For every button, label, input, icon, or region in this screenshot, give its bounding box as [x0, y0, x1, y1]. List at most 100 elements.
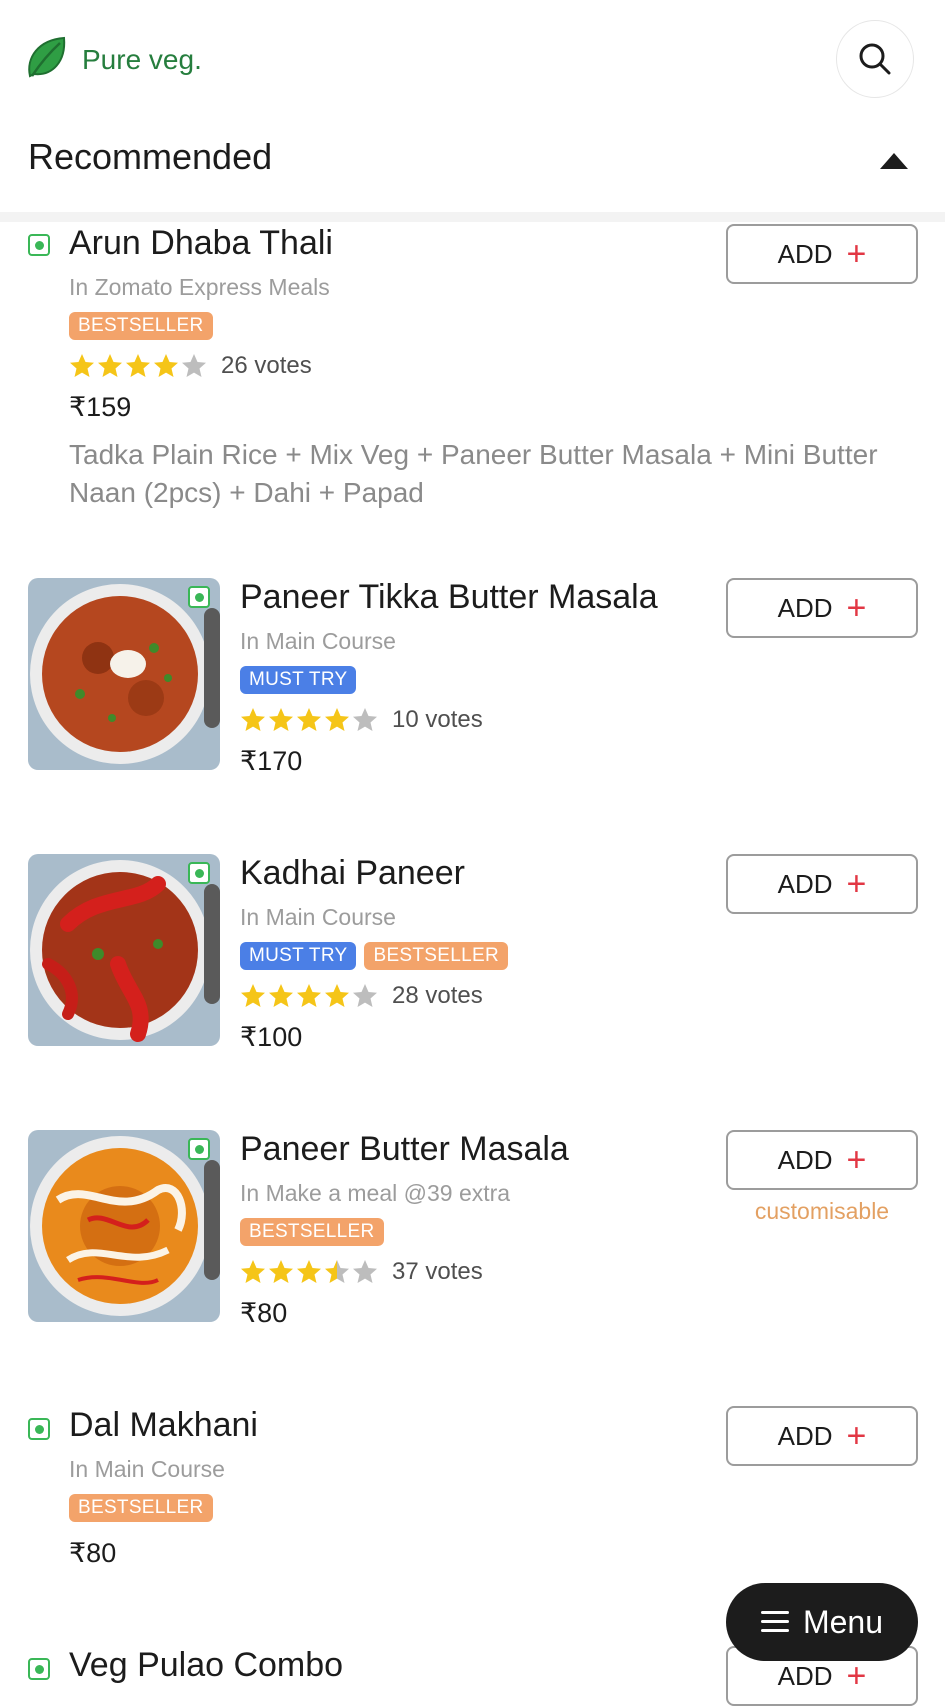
star-icon [269, 1260, 293, 1283]
star-icon [297, 708, 321, 731]
item-price: ₹100 [240, 1022, 303, 1052]
item-name: Kadhai Paneer [240, 854, 465, 892]
add-label: ADD [777, 592, 833, 623]
add-button[interactable]: ADD + [726, 1130, 918, 1190]
item-votes: 28 votes [392, 982, 483, 1009]
menu-label: Menu [802, 1603, 884, 1640]
item-tags: MUST TRY BESTSELLER [240, 942, 508, 970]
item-category: In Make a meal @39 extra [240, 1180, 511, 1206]
item-votes: 37 votes [392, 1258, 483, 1285]
plus-icon: + [846, 235, 867, 273]
menu-item: Kadhai Paneer In Main Course MUST TRY BE… [0, 854, 945, 1054]
item-price: ₹170 [240, 746, 303, 776]
collapse-arrow-icon[interactable] [880, 153, 908, 169]
star-icon [325, 708, 349, 731]
rating-stars [240, 983, 378, 1009]
item-tags: BESTSELLER [240, 1218, 384, 1246]
veg-indicator-icon [28, 1658, 50, 1680]
add-button[interactable]: ADD + [726, 1406, 918, 1466]
plus-icon: + [846, 1657, 867, 1695]
rating-stars [240, 707, 378, 733]
star-icon [269, 708, 293, 731]
must-try-tag: MUST TRY [240, 942, 357, 970]
add-button[interactable]: ADD + [726, 224, 918, 284]
veg-indicator-icon [28, 1418, 50, 1440]
item-category: In Main Course [240, 628, 396, 654]
menu-item: Paneer Butter Masala In Make a meal @39 … [0, 1130, 945, 1330]
item-price: ₹159 [69, 392, 132, 422]
item-category: In Main Course [240, 904, 396, 930]
star-icon [325, 984, 349, 1007]
item-tags: BESTSELLER [69, 312, 213, 340]
star-icon [353, 1260, 377, 1283]
item-name: Paneer Butter Masala [240, 1130, 569, 1168]
item-name: Veg Pulao Combo [69, 1646, 344, 1684]
recommended-section-header[interactable]: Recommended [0, 120, 945, 212]
star-icon [241, 708, 265, 731]
star-icon [269, 984, 293, 1007]
menu-button[interactable]: Menu [726, 1583, 918, 1661]
item-description: Tadka Plain Rice + Mix Veg + Paneer Butt… [69, 439, 878, 508]
item-rating: 37 votes [240, 1258, 483, 1286]
veg-indicator-icon [28, 234, 50, 256]
search-icon [859, 43, 891, 75]
leaf-icon [28, 36, 66, 78]
veg-indicator-icon [188, 586, 210, 608]
star-icon [297, 984, 321, 1007]
item-category: In Zomato Express Meals [69, 274, 330, 300]
item-votes: 10 votes [392, 706, 483, 733]
add-button[interactable]: ADD + [726, 578, 918, 638]
bestseller-tag: BESTSELLER [364, 942, 508, 970]
star-icon [154, 354, 178, 377]
plus-icon: + [846, 865, 867, 903]
plus-icon: + [846, 1141, 867, 1179]
add-label: ADD [777, 868, 833, 899]
add-label: ADD [777, 238, 833, 269]
star-icon [353, 984, 377, 1007]
add-label: ADD [777, 1660, 833, 1691]
star-icon [182, 354, 206, 377]
section-divider [0, 212, 945, 222]
item-rating: 28 votes [240, 982, 483, 1010]
item-rating: 10 votes [240, 706, 483, 734]
bestseller-tag: BESTSELLER [69, 1494, 213, 1522]
star-icon [241, 984, 265, 1007]
add-label: ADD [777, 1420, 833, 1451]
star-icon [353, 708, 377, 731]
must-try-tag: MUST TRY [240, 666, 357, 694]
star-icon [126, 354, 150, 377]
add-label: ADD [777, 1144, 833, 1175]
menu-item: Paneer Tikka Butter Masala In Main Cours… [0, 578, 945, 778]
item-rating: 26 votes [69, 352, 312, 380]
star-icon [325, 1260, 349, 1283]
rating-stars [69, 353, 207, 379]
item-tags: BESTSELLER [69, 1494, 213, 1522]
top-bar: Pure veg. [0, 0, 945, 120]
item-name: Paneer Tikka Butter Masala [240, 578, 658, 616]
item-votes: 26 votes [221, 352, 312, 379]
star-icon [297, 1260, 321, 1283]
plus-icon: + [846, 1417, 867, 1455]
bestseller-tag: BESTSELLER [240, 1218, 384, 1246]
search-button[interactable] [836, 20, 914, 98]
hamburger-icon [760, 1611, 789, 1633]
item-name: Arun Dhaba Thali [69, 224, 333, 262]
star-icon [241, 1260, 265, 1283]
rating-stars [240, 1259, 378, 1285]
menu-item: Arun Dhaba Thali In Zomato Express Meals… [0, 222, 945, 532]
bestseller-tag: BESTSELLER [69, 312, 213, 340]
item-tags: MUST TRY [240, 666, 357, 694]
pure-veg-label: Pure veg. [82, 44, 202, 75]
customisable-label: customisable [754, 1198, 890, 1224]
plus-icon: + [846, 589, 867, 627]
star-icon [98, 354, 122, 377]
veg-indicator-icon [188, 1138, 210, 1160]
section-title: Recommended [28, 136, 273, 177]
item-name: Dal Makhani [69, 1406, 258, 1444]
add-button[interactable]: ADD + [726, 854, 918, 914]
item-price: ₹80 [240, 1298, 288, 1328]
star-icon [70, 354, 94, 377]
menu-item: Dal Makhani In Main Course BESTSELLER ₹8… [0, 1406, 945, 1568]
item-category: In Main Course [69, 1456, 225, 1482]
item-price: ₹80 [69, 1538, 117, 1568]
